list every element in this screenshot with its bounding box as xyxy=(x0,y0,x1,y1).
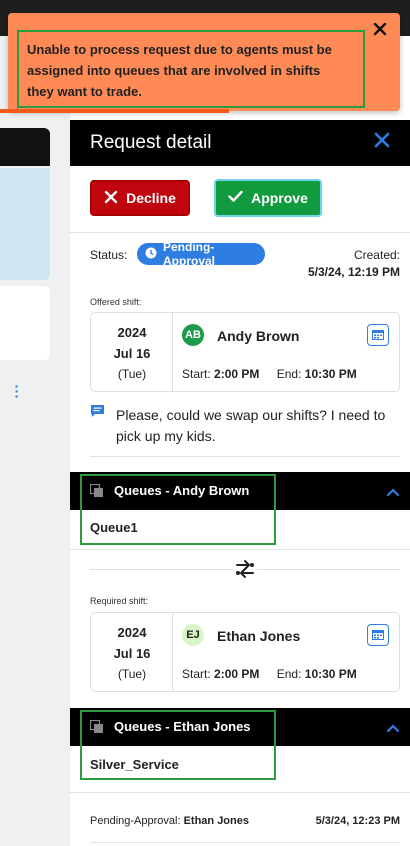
offered-shift-label: Offered shift: xyxy=(90,297,142,307)
close-icon xyxy=(104,190,118,207)
history-status: Pending-Approval: xyxy=(90,815,181,827)
divider xyxy=(90,456,400,457)
close-icon[interactable] xyxy=(372,130,392,150)
approve-button[interactable]: Approve xyxy=(214,179,322,217)
queue-item: Silver_Service xyxy=(90,757,179,772)
created-value: 5/3/24, 12:19 PM xyxy=(307,265,400,279)
shift-day: Jul 16 xyxy=(113,646,151,661)
end-time: 10:30 PM xyxy=(304,667,357,681)
error-toast: Unable to process request due to agents … xyxy=(8,13,400,111)
start-time: 2:00 PM xyxy=(214,367,260,381)
status-value: Pending-Approval xyxy=(163,240,216,268)
kebab-icon[interactable]: · · · xyxy=(14,379,20,403)
status-label: Status: xyxy=(90,248,128,262)
end-label: End: xyxy=(276,367,302,381)
background-selected-card[interactable]: · · · xyxy=(0,168,50,403)
divider xyxy=(70,549,410,550)
queue-item: Queue1 xyxy=(90,520,138,535)
background-card[interactable] xyxy=(0,286,50,360)
toast-progress-bar xyxy=(0,109,229,113)
shift-date: 2024 Jul 16 (Tue) xyxy=(91,613,173,691)
chevron-up-icon[interactable] xyxy=(386,720,400,738)
agent-name: Andy Brown xyxy=(217,328,300,344)
clock-icon xyxy=(145,247,157,262)
divider xyxy=(90,842,400,843)
history-name: Ethan Jones xyxy=(183,815,249,827)
approve-label: Approve xyxy=(251,190,308,206)
divider xyxy=(70,232,410,233)
decline-label: Decline xyxy=(126,190,176,206)
history-entry: Pending-Approval: Ethan Jones xyxy=(90,815,249,827)
end-label: End: xyxy=(276,667,302,681)
shift-day: Jul 16 xyxy=(113,346,151,361)
offered-shift-card: 2024 Jul 16 (Tue) AB Andy Brown Start: 2… xyxy=(90,312,400,392)
end-time: 10:30 PM xyxy=(304,367,357,381)
close-icon[interactable] xyxy=(372,21,388,37)
message-icon xyxy=(90,404,105,423)
decline-button[interactable]: Decline xyxy=(90,180,190,216)
shift-weekday: (Tue) xyxy=(117,667,147,681)
calendar-icon[interactable] xyxy=(367,624,389,646)
required-shift-label: Required shift: xyxy=(90,596,149,606)
background-header xyxy=(0,128,50,166)
request-message: Please, could we swap our shifts? I need… xyxy=(116,407,386,444)
swap-icon xyxy=(233,558,257,580)
chevron-up-icon[interactable] xyxy=(386,484,400,502)
request-detail-panel: Request detail Decline Approve Status: P… xyxy=(70,36,410,846)
required-shift-card: 2024 Jul 16 (Tue) EJ Ethan Jones Start: … xyxy=(90,612,400,692)
history-time: 5/3/24, 12:23 PM xyxy=(315,815,400,827)
shift-times: Start: 2:00 PM End: 10:30 PM xyxy=(182,367,357,381)
avatar: EJ xyxy=(182,624,204,646)
start-label: Start: xyxy=(182,667,211,681)
status-badge: Pending-Approval xyxy=(137,240,265,268)
check-icon xyxy=(228,190,243,206)
shift-year: 2024 xyxy=(117,325,147,340)
avatar: AB xyxy=(182,324,204,346)
shift-year: 2024 xyxy=(117,625,147,640)
divider xyxy=(70,792,410,793)
start-time: 2:00 PM xyxy=(214,667,260,681)
shift-date: 2024 Jul 16 (Tue) xyxy=(91,313,173,391)
shift-weekday: (Tue) xyxy=(117,367,147,381)
start-label: Start: xyxy=(182,367,211,381)
panel-header: Request detail xyxy=(70,120,410,166)
agent-name: Ethan Jones xyxy=(217,628,301,644)
panel-title: Request detail xyxy=(90,132,212,153)
toast-message: Unable to process request due to agents … xyxy=(27,42,332,99)
shift-times: Start: 2:00 PM End: 10:30 PM xyxy=(182,667,357,681)
calendar-icon[interactable] xyxy=(367,324,389,346)
created-label: Created: xyxy=(353,248,400,262)
